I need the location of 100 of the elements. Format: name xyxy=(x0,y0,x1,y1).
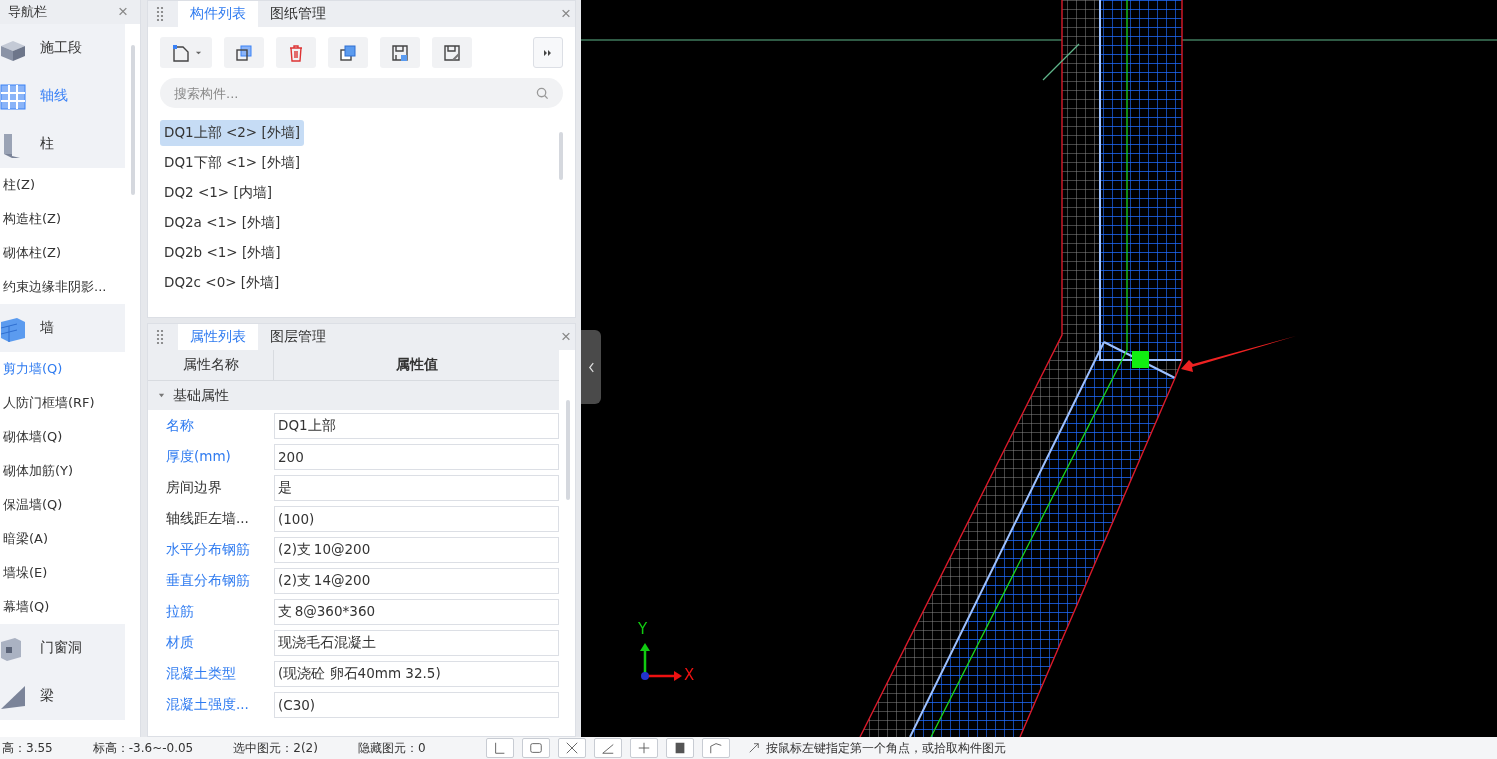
tab[interactable]: 属性列表 xyxy=(178,324,258,350)
drag-handle-icon[interactable] xyxy=(156,6,164,22)
pencil-document-icon xyxy=(442,42,462,63)
nav-group-label: 轴线 xyxy=(40,87,68,105)
chevron-left-icon xyxy=(587,361,595,373)
property-value-field[interactable]: (2)⽀ 14@200 xyxy=(274,567,559,594)
section-label: 基础属性 xyxy=(173,386,229,405)
nav-group-label: 墙 xyxy=(40,319,54,337)
nav-group-label: 梁 xyxy=(40,687,54,705)
grid-icon xyxy=(0,82,26,110)
nav-group[interactable]: 墙 xyxy=(0,304,125,352)
component-item[interactable]: DQ2a <1> [外墙] xyxy=(160,210,285,236)
property-name: 混凝土类型 xyxy=(165,664,237,683)
x-axis-label: X xyxy=(684,666,695,684)
nav-group[interactable]: 柱 xyxy=(0,120,125,168)
scrollbar[interactable] xyxy=(559,132,563,180)
property-name: 水平分布钢筋 xyxy=(165,540,251,559)
scrollbar[interactable] xyxy=(131,45,135,195)
scrollbar[interactable] xyxy=(566,400,570,500)
nav-item[interactable]: 剪力墙(Q) xyxy=(0,352,125,386)
nav-item[interactable]: 幕墙(Q) xyxy=(0,590,125,624)
nav-item[interactable]: 砌体加筋(Y) xyxy=(0,454,125,488)
plus-icon xyxy=(636,741,651,755)
status-text: 隐藏图元：0 xyxy=(357,739,426,757)
column-header: 属性值 xyxy=(394,355,439,374)
column-header: 属性名称 xyxy=(148,350,274,380)
panel-title: 导航栏 xyxy=(8,3,47,21)
property-name: 轴线距左墙... xyxy=(165,509,250,528)
nav-item[interactable]: 构造柱(Z) xyxy=(0,202,125,236)
nav-item[interactable]: 保温墙(Q) xyxy=(0,488,125,522)
rect-tool-button[interactable] xyxy=(521,738,550,758)
property-value-field[interactable]: 200 xyxy=(274,443,559,470)
nav-group-label: 门窗洞 xyxy=(40,639,82,657)
nav-item[interactable]: 暗梁(A) xyxy=(0,522,125,556)
new-button[interactable] xyxy=(160,37,212,68)
component-item[interactable]: DQ2c <0> [外墙] xyxy=(160,270,284,296)
tab[interactable]: 构件列表 xyxy=(178,1,258,27)
property-name: 名称 xyxy=(165,416,195,435)
search-field[interactable]: 搜索构件... xyxy=(160,78,563,108)
nav-group-label: 柱 xyxy=(40,135,54,153)
section-header[interactable]: 基础属性 xyxy=(148,381,559,410)
nav-item[interactable]: 约束边缘非阴影... xyxy=(0,270,125,304)
nav-item[interactable]: 砌体墙(Q) xyxy=(0,420,125,454)
wall-drawing[interactable] xyxy=(859,0,1183,737)
delete-button[interactable] xyxy=(276,37,316,68)
property-value-field[interactable]: (2)⽀ 10@200 xyxy=(274,536,559,563)
status-text: 选中图元：2(2) xyxy=(233,739,318,757)
property-name: 厚度(mm) xyxy=(165,447,232,466)
search-icon xyxy=(536,87,549,100)
nav-item[interactable]: 柱(Z) xyxy=(0,168,125,202)
corner-tool-button[interactable] xyxy=(485,738,514,758)
collapse-handle[interactable] xyxy=(581,330,601,404)
copy-button[interactable] xyxy=(224,37,264,68)
block-tool-button[interactable] xyxy=(665,738,694,758)
copy-icon xyxy=(234,42,254,63)
property-value-field[interactable]: (100) xyxy=(274,505,559,532)
component-item[interactable]: DQ2 <1> [内墙] xyxy=(160,180,276,206)
nav-item[interactable]: 墙垛(E) xyxy=(0,556,125,590)
status-text: 高：3.55 xyxy=(2,739,53,757)
layers-button[interactable] xyxy=(328,37,368,68)
poly-tool-button[interactable] xyxy=(701,738,730,758)
component-item[interactable]: DQ2b <1> [外墙] xyxy=(160,240,285,266)
nav-group[interactable]: 施工段 xyxy=(0,24,125,72)
nav-group[interactable]: 梁 xyxy=(0,672,125,720)
property-value-field[interactable]: ⽀ 8@360*360 xyxy=(274,598,559,625)
nav-item[interactable]: 砌体柱(Z) xyxy=(0,236,125,270)
nav-group-label: 施工段 xyxy=(40,39,82,57)
rectangle-icon xyxy=(528,741,543,755)
property-value-field[interactable]: 现浇毛石混凝土 xyxy=(274,629,559,656)
cross-icon xyxy=(564,741,579,755)
angle-icon xyxy=(600,741,615,755)
component-item[interactable]: DQ1下部 <1> [外墙] xyxy=(160,150,304,176)
tab[interactable]: 图纸管理 xyxy=(258,1,338,27)
save-button[interactable] xyxy=(380,37,420,68)
component-item[interactable]: DQ1上部 <2> [外墙] xyxy=(160,120,304,146)
copy-icon xyxy=(338,42,358,63)
caret-icon xyxy=(194,49,202,56)
nav-item[interactable]: 人防门框墙(RF) xyxy=(0,386,125,420)
drag-handle-icon[interactable] xyxy=(156,329,164,345)
property-name: 垂直分布钢筋 xyxy=(165,571,251,590)
polyline-icon xyxy=(708,741,723,755)
plus-tool-button[interactable] xyxy=(629,738,658,758)
property-value-field[interactable]: 是 xyxy=(274,474,559,501)
resize-arrow-icon xyxy=(747,742,760,754)
corner-icon xyxy=(492,741,507,755)
grip-point[interactable] xyxy=(1132,351,1149,368)
status-hint: 按鼠标左键指定第一个角点，或拾取构件图元 xyxy=(765,739,1006,757)
tab[interactable]: 图层管理 xyxy=(258,324,338,350)
property-value-field[interactable]: (现浇砼 卵石40mm 32.5) xyxy=(274,660,559,687)
edit-button[interactable] xyxy=(432,37,472,68)
more-button[interactable] xyxy=(533,37,563,68)
cross-tool-button[interactable] xyxy=(557,738,586,758)
drawing-canvas[interactable]: Y X xyxy=(581,0,1497,737)
angle-tool-button[interactable] xyxy=(593,738,622,758)
property-name: 拉筋 xyxy=(165,602,195,621)
property-value-field[interactable]: (C30) xyxy=(274,691,559,718)
nav-group[interactable]: 门窗洞 xyxy=(0,624,125,672)
property-value-field[interactable]: DQ1上部 xyxy=(274,412,559,439)
property-name: 材质 xyxy=(165,633,195,652)
status-text: 标高：-3.6~-0.05 xyxy=(92,739,194,757)
